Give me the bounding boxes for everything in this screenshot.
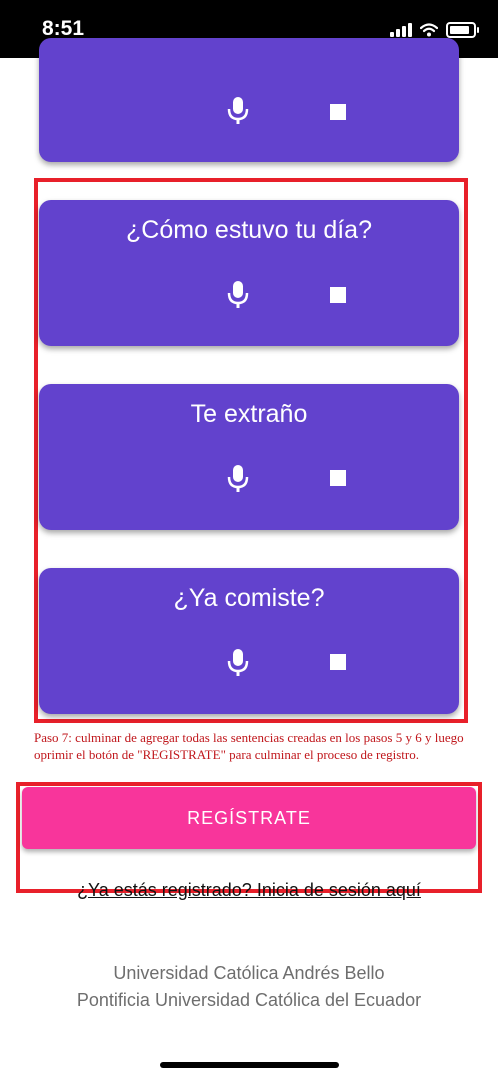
instruction-note: Paso 7: culminar de agregar todas las se… [34, 730, 464, 762]
stop-icon[interactable] [330, 470, 346, 486]
phrase-card: ¿Ya comiste? [39, 568, 459, 714]
status-icons [390, 20, 479, 40]
wifi-icon [420, 23, 438, 37]
microphone-icon[interactable] [225, 96, 251, 126]
battery-level [450, 26, 469, 34]
phrase-card: Te extraño [39, 384, 459, 530]
register-button[interactable]: REGÍSTRATE [22, 787, 476, 849]
footer-university-1: Universidad Católica Andrés Bello [113, 963, 385, 983]
phrase-card-title: Te extraño [190, 400, 308, 428]
phrase-card [39, 38, 459, 162]
microphone-icon[interactable] [225, 464, 251, 494]
cellular-signal-icon [390, 23, 412, 37]
phrase-card-title: ¿Cómo estuvo tu día? [126, 216, 372, 244]
stop-icon[interactable] [330, 104, 346, 120]
stop-icon[interactable] [330, 287, 346, 303]
login-link[interactable]: ¿Ya estás registrado? Inicia de sesión a… [0, 880, 498, 901]
footer-university-2: Pontificia Universidad Católica del Ecua… [76, 990, 422, 1010]
phrase-card-title: ¿Ya comiste? [173, 584, 325, 612]
home-indicator [160, 1062, 339, 1068]
stop-icon[interactable] [330, 654, 346, 670]
microphone-icon[interactable] [225, 280, 251, 310]
microphone-icon[interactable] [225, 648, 251, 678]
battery-icon [446, 22, 479, 38]
phrase-card: ¿Cómo estuvo tu día? [39, 200, 459, 346]
